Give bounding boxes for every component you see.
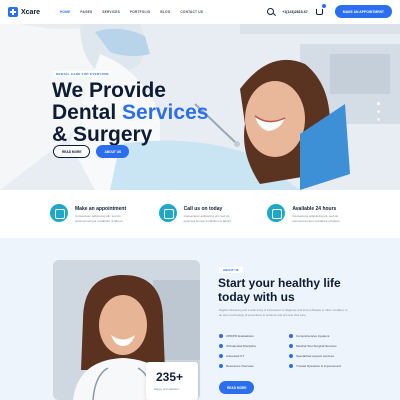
- checklist-item: CPD/PD Evaluations: [219, 334, 289, 338]
- checklist-item: Medical Test Surgical Services: [289, 344, 359, 348]
- about-title: Start your healthy life today with us: [218, 276, 341, 304]
- header-actions: +1(123)2815-67 MAKE AN APPOINTMENT: [267, 3, 392, 18]
- check-icon: [289, 354, 293, 358]
- checklist-item: Orthodontist Discipline: [219, 344, 289, 348]
- nav-pages[interactable]: PAGES: [80, 10, 92, 14]
- cross-icon: [8, 7, 18, 17]
- nav-services[interactable]: SERVICES: [102, 10, 120, 14]
- nav-contact[interactable]: CONTACT US: [180, 10, 203, 14]
- feature-title: Make an appointment: [75, 206, 127, 212]
- about-badge: ABOUT US: [219, 267, 243, 273]
- check-icon: [219, 334, 223, 338]
- feature-item: Available 24 hours Consectetur adipiscin…: [267, 204, 350, 238]
- hero-title-line1: We Provide: [52, 79, 166, 102]
- stat-number: 235+: [156, 370, 184, 384]
- feature-title: Call us on today: [183, 206, 223, 212]
- cart-badge: [321, 3, 326, 8]
- hero-section: DENTAL CARE FOR EVERYONE We Provide Dent…: [0, 24, 400, 190]
- search-icon[interactable]: [267, 8, 275, 15]
- hero-title-dental: Dental: [52, 101, 123, 124]
- feature-text: Consectetur adipiscing elit, sed do eius…: [183, 214, 232, 223]
- slider-dot[interactable]: [377, 102, 380, 105]
- check-icon: [219, 354, 223, 358]
- main-nav: HOME PAGES SERVICES PORTFOLIO BLOG CONTA…: [60, 10, 203, 14]
- feature-item: Call us on today Consectetur adipiscing …: [158, 204, 242, 238]
- check-icon: [289, 364, 293, 368]
- slider-dot[interactable]: [377, 118, 380, 121]
- hero-title-line3: & Surgery: [52, 123, 153, 146]
- feature-checklist: CPD/PD Evaluations Comprehensive Inpatie…: [219, 334, 359, 368]
- about-read-more-button[interactable]: READ MORE: [219, 381, 255, 394]
- checklist-item: Specialized support services: [289, 354, 359, 358]
- checklist-label: Comprehensive Inpatient: [296, 334, 330, 338]
- about-us-button[interactable]: ABOUT US: [96, 145, 130, 158]
- feature-title: Available 24 hours: [292, 206, 337, 212]
- checklist-label: Resources Overview: [226, 364, 254, 368]
- hero-title: We Provide Dental Services & Surgery: [52, 80, 208, 146]
- checklist-item: Advanced CT: [219, 354, 289, 358]
- check-icon: [219, 364, 223, 368]
- check-icon: [289, 344, 293, 348]
- stat-label: Happy and satisfied: [154, 387, 179, 391]
- about-section: ABOUT US Start your healthy life today w…: [0, 238, 400, 400]
- hero-buttons: READ MORE ABOUT US: [53, 145, 130, 158]
- phone-number[interactable]: +1(123)2815-67: [282, 10, 308, 14]
- cart-icon[interactable]: [315, 3, 326, 15]
- slider-dots: [377, 102, 380, 121]
- calendar-icon: [50, 204, 68, 222]
- logo-text: Xcare: [21, 8, 41, 16]
- checklist-label: Advanced CT: [226, 354, 245, 358]
- checklist-item: Resources Overview: [219, 364, 289, 368]
- hero-kicker: DENTAL CARE FOR EVERYONE: [53, 71, 112, 77]
- checklist-label: Specialized support services: [296, 354, 335, 358]
- about-text: Neglect dissolving and a wide array of i…: [219, 308, 348, 317]
- checklist-item: Trusted Operation & improvement: [289, 364, 359, 368]
- feature-text: Consectetur adipiscing elit, sed do eius…: [292, 214, 340, 223]
- feature-text: Consectetur adipiscing elit, sed do eius…: [75, 214, 123, 223]
- feature-item: Make an appointment Consectetur adipisci…: [50, 204, 133, 238]
- read-more-button[interactable]: READ MORE: [53, 145, 91, 158]
- checklist-label: CPD/PD Evaluations: [226, 334, 254, 338]
- nav-home[interactable]: HOME: [60, 10, 70, 14]
- slider-dot[interactable]: [377, 110, 380, 113]
- nav-portfolio[interactable]: PORTFOLIO: [130, 10, 150, 14]
- stat-card: 235+ Happy and satisfied: [146, 362, 198, 400]
- check-icon: [289, 334, 293, 338]
- logo[interactable]: Xcare: [8, 7, 46, 17]
- features-strip: Make an appointment Consectetur adipisci…: [0, 190, 400, 238]
- nav-blog[interactable]: BLOG: [160, 10, 170, 14]
- check-icon: [219, 344, 223, 348]
- hero-title-services: Services: [122, 101, 209, 124]
- checklist-label: Trusted Operation & improvement: [296, 364, 342, 368]
- site-header: Xcare HOME PAGES SERVICES PORTFOLIO BLOG…: [0, 0, 400, 24]
- checklist-item: Comprehensive Inpatient: [289, 334, 359, 338]
- phone-icon: [158, 204, 177, 222]
- appointment-button[interactable]: MAKE AN APPOINTMENT: [334, 5, 392, 18]
- page: Xcare HOME PAGES SERVICES PORTFOLIO BLOG…: [0, 0, 400, 400]
- checklist-label: Medical Test Surgical Services: [296, 344, 337, 348]
- checklist-label: Orthodontist Discipline: [226, 344, 257, 348]
- clock-icon: [267, 204, 286, 222]
- hero-title-line2: Dental Services: [52, 102, 208, 124]
